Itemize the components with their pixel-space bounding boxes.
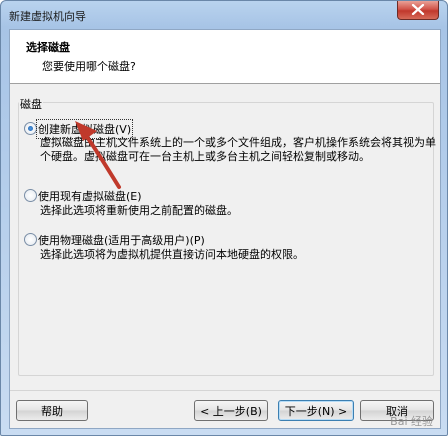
use-physical-disk-desc: 选择此选项将为虚拟机提供直接访问本地硬盘的权限。 [40, 248, 304, 261]
create-new-disk-desc-line1: 虚拟磁盘由主机文件系统上的一个或多个文件组成，客户机操作系统会将其视为单 [40, 136, 436, 149]
create-new-disk-label[interactable]: 创建新虚拟磁盘(V) [35, 119, 134, 139]
page-title: 选择磁盘 [26, 41, 70, 54]
watermark: Bai 经验 [390, 415, 433, 428]
window-title: 新建虚拟机向导 [9, 10, 86, 23]
radio-use-existing-disk[interactable] [24, 189, 37, 202]
page-subtitle: 您要使用哪个磁盘? [42, 60, 136, 73]
close-button[interactable] [397, 1, 439, 20]
radio-create-new-disk[interactable] [24, 122, 37, 135]
next-button[interactable]: 下一步(N) > [278, 400, 354, 421]
wizard-window: 新建虚拟机向导 选择磁盘 您要使用哪个磁盘? 磁盘 创建新虚拟磁盘(V) 虚拟磁… [0, 0, 448, 436]
help-button[interactable]: 帮助 [16, 400, 88, 421]
use-existing-disk-desc: 选择此选项将重新使用之前配置的磁盘。 [40, 204, 238, 217]
disk-group-label: 磁盘 [19, 96, 43, 112]
create-new-disk-desc-line2: 个硬盘。虚拟磁盘可在一台主机上或多台主机之间轻松复制或移动。 [40, 150, 370, 163]
use-existing-disk-label[interactable]: 使用现有虚拟磁盘(E) [38, 188, 142, 204]
wizard-header: 选择磁盘 您要使用哪个磁盘? [10, 30, 440, 84]
title-bar[interactable]: 新建虚拟机向导 [1, 1, 447, 27]
button-separator [10, 390, 440, 391]
use-physical-disk-label[interactable]: 使用物理磁盘(适用于高级用户)(P) [38, 232, 205, 248]
close-icon [411, 4, 425, 15]
radio-use-physical-disk[interactable] [24, 233, 37, 246]
back-button[interactable]: < 上一步(B) [194, 400, 268, 421]
wizard-content: 选择磁盘 您要使用哪个磁盘? 磁盘 创建新虚拟磁盘(V) 虚拟磁盘由主机文件系统… [9, 29, 441, 429]
